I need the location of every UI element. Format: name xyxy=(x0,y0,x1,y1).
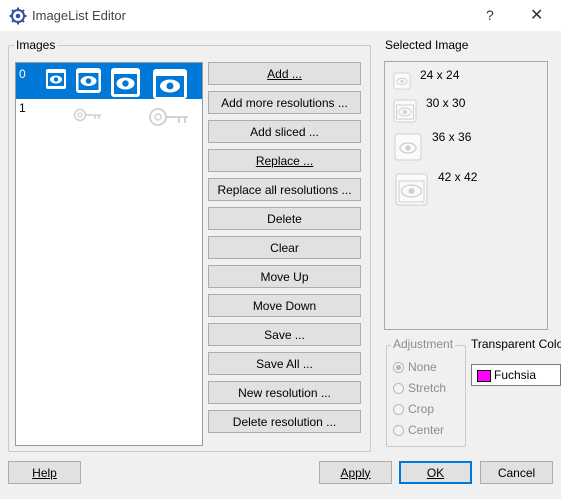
key-icon xyxy=(73,107,103,123)
help-button[interactable]: Help xyxy=(8,461,81,484)
window-title: ImageList Editor xyxy=(32,8,126,23)
add-button-label: Add ... xyxy=(267,66,302,81)
eye-icon xyxy=(393,99,417,123)
adjustment-label: Adjustment xyxy=(391,337,456,351)
images-group-label: Images xyxy=(14,38,58,52)
replace-all-resolutions-button[interactable]: Replace all resolutions ... xyxy=(208,178,361,201)
add-sliced-button[interactable]: Add sliced ... xyxy=(208,120,361,143)
save-button[interactable]: Save ... xyxy=(208,323,361,346)
move-up-button[interactable]: Move Up xyxy=(208,265,361,288)
radio-center-label: Center xyxy=(408,423,445,437)
ok-button-label: OK xyxy=(426,465,445,480)
selected-image-preview: 24 x 24 30 x 30 36 x 36 42 x 42 xyxy=(384,61,548,330)
radio-crop[interactable] xyxy=(393,404,404,415)
apply-button[interactable]: Apply xyxy=(319,461,392,484)
size-label-30: 30 x 30 xyxy=(426,96,466,110)
app-gear-icon xyxy=(9,7,27,25)
key-icon xyxy=(148,106,190,128)
transparent-color-label: Transparent Colo xyxy=(471,337,561,351)
apply-button-label: Apply xyxy=(340,465,371,480)
replace-button-label: Replace ... xyxy=(255,153,314,168)
color-swatch xyxy=(477,370,491,382)
size-label-42: 42 x 42 xyxy=(438,170,478,184)
radio-none[interactable] xyxy=(393,362,404,373)
size-label-24: 24 x 24 xyxy=(420,68,460,82)
eye-icon xyxy=(152,68,188,99)
delete-button[interactable]: Delete xyxy=(208,207,361,230)
radio-stretch[interactable] xyxy=(393,383,404,394)
eye-icon xyxy=(393,72,411,90)
delete-resolution-button[interactable]: Delete resolution ... xyxy=(208,410,361,433)
add-more-resolutions-button[interactable]: Add more resolutions ... xyxy=(208,91,361,114)
size-label-36: 36 x 36 xyxy=(432,130,472,144)
save-all-button[interactable]: Save All ... xyxy=(208,352,361,375)
radio-crop-label: Crop xyxy=(408,402,435,416)
eye-icon xyxy=(110,67,141,98)
eye-icon xyxy=(394,133,422,161)
replace-button[interactable]: Replace ... xyxy=(208,149,361,172)
row-index: 0 xyxy=(19,67,26,81)
selected-image-label: Selected Image xyxy=(383,38,471,52)
image-list-row-1[interactable]: 1 xyxy=(16,99,202,135)
eye-icon xyxy=(75,67,102,94)
move-down-button[interactable]: Move Down xyxy=(208,294,361,317)
image-list-row-0[interactable]: 0 xyxy=(16,63,202,99)
radio-stretch-label: Stretch xyxy=(408,381,447,395)
images-listbox[interactable]: 0 1 xyxy=(15,62,203,446)
row-index: 1 xyxy=(19,101,26,115)
help-button-label: Help xyxy=(32,465,57,480)
clear-button[interactable]: Clear xyxy=(208,236,361,259)
transparent-color-select[interactable]: Fuchsia xyxy=(471,364,561,386)
radio-center[interactable] xyxy=(393,425,404,436)
transparent-color-value: Fuchsia xyxy=(494,368,537,382)
title-bar: ImageList Editor ? ✕ xyxy=(0,0,561,31)
close-button[interactable]: ✕ xyxy=(530,5,543,25)
new-resolution-button[interactable]: New resolution ... xyxy=(208,381,361,404)
radio-none-label: None xyxy=(408,360,437,374)
add-button[interactable]: Add ... xyxy=(208,62,361,85)
eye-icon xyxy=(395,173,428,206)
eye-icon xyxy=(45,68,67,90)
help-title-button[interactable]: ? xyxy=(486,7,494,23)
ok-button[interactable]: OK xyxy=(399,461,472,484)
cancel-button[interactable]: Cancel xyxy=(480,461,553,484)
